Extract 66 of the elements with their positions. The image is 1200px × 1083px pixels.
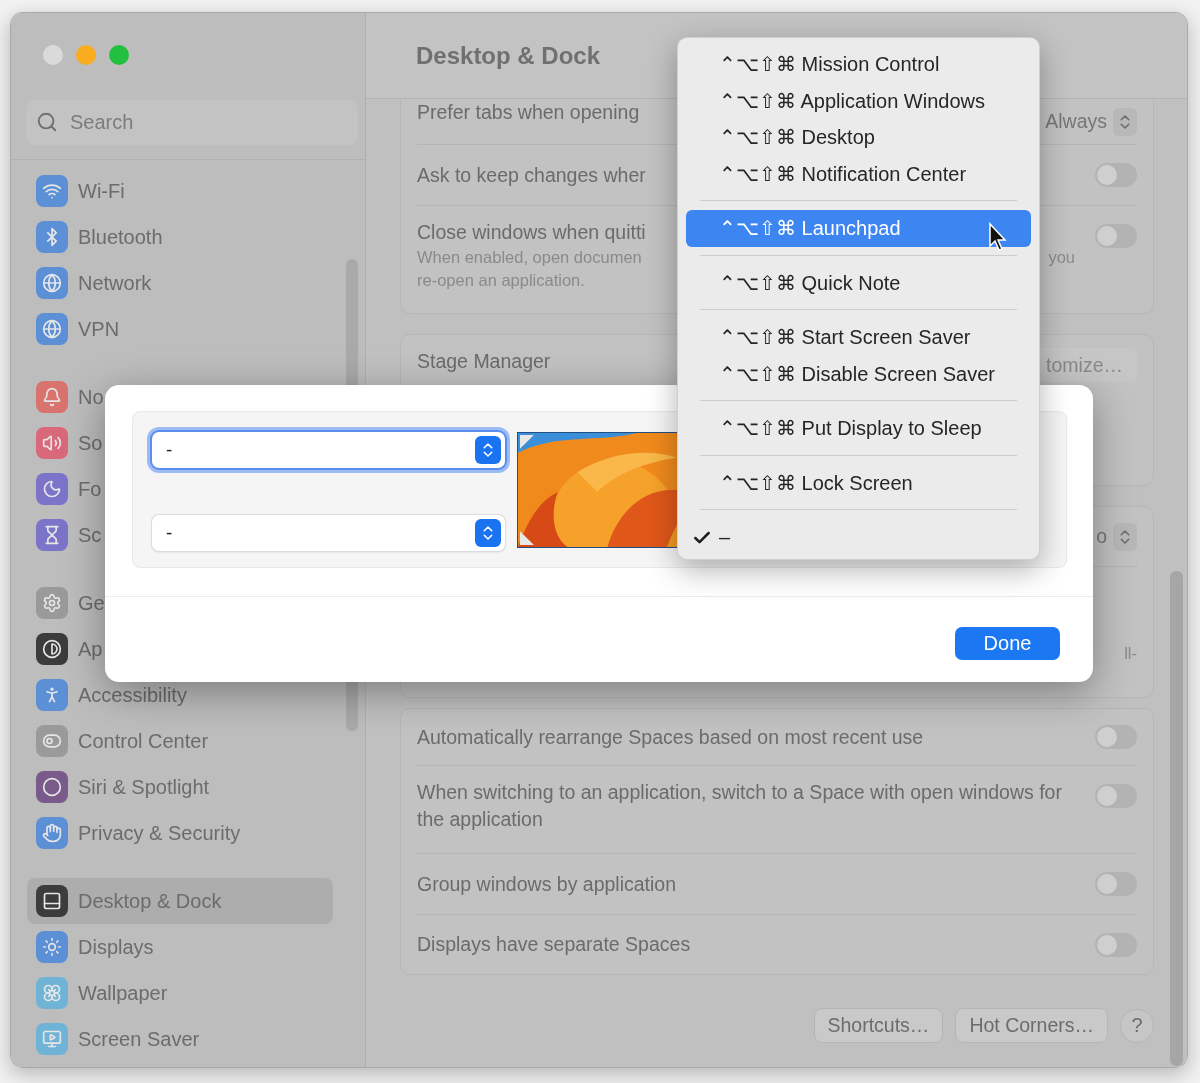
sidebar-item[interactable]: Desktop & Dock (27, 878, 333, 924)
sidebar-item[interactable]: No (27, 374, 110, 420)
setting-description: re-open an application. (417, 269, 585, 291)
setting-description: ll- (1124, 643, 1137, 663)
toggle-switch[interactable] (1095, 784, 1137, 808)
setting-label: Close windows when quitti (417, 220, 646, 245)
menu-item[interactable]: – (686, 519, 1031, 556)
sidebar-item[interactable]: Fo (27, 466, 108, 512)
sidebar-item[interactable]: Siri & Spotlight (27, 764, 216, 810)
setting-description: When enabled, open documen (417, 246, 642, 268)
search-field[interactable]: Search (26, 100, 358, 145)
setting-label: Stage Manager (417, 349, 551, 374)
sidebar-item[interactable]: Control Center (27, 718, 215, 764)
menu-item[interactable]: ⌃⌥⇧⌘ Desktop (686, 119, 1031, 156)
toggle-switch[interactable] (1095, 163, 1137, 187)
footer-button[interactable]: Hot Corners… (955, 1008, 1108, 1043)
footer-button[interactable]: Shortcuts… (813, 1008, 944, 1043)
setting-label: Ask to keep changes wher (417, 162, 646, 188)
sidebar-item[interactable]: Bluetooth (27, 214, 169, 260)
stepper-icon (475, 519, 501, 547)
window-control[interactable] (43, 45, 63, 65)
stepper-icon (1113, 522, 1137, 551)
scrollbar-thumb[interactable] (1170, 571, 1183, 1066)
setting-label: Automatically rearrange Spaces based on most recent use (417, 724, 924, 750)
window-control[interactable] (109, 45, 129, 65)
menu-item[interactable]: ⌃⌥⇧⌘ Application Windows (686, 82, 1031, 119)
sidebar-item[interactable]: Wallpaper (27, 970, 174, 1016)
menu-item[interactable]: ⌃⌥⇧⌘ Mission Control (686, 46, 1031, 83)
menu-item[interactable]: ⌃⌥⇧⌘ Start Screen Saver (686, 319, 1031, 356)
window-control[interactable] (76, 45, 96, 65)
toggle-switch[interactable] (1095, 872, 1137, 896)
popup-button[interactable]: o (1096, 522, 1137, 551)
menu-item[interactable]: ⌃⌥⇧⌘ Quick Note (686, 264, 1031, 301)
sidebar-item[interactable]: So (27, 420, 109, 466)
popup-button[interactable]: Always (1045, 107, 1137, 136)
setting-description: you (1048, 246, 1075, 268)
page-title: Desktop & Dock (416, 41, 601, 70)
sidebar-item[interactable]: Screen Saver (27, 1016, 206, 1062)
sidebar-item[interactable]: Privacy & Security (27, 810, 247, 856)
sidebar-item[interactable]: Displays (27, 924, 160, 970)
setting-label: Group windows by application (417, 871, 677, 897)
sidebar-item[interactable]: Ap (27, 626, 109, 672)
toggle-switch[interactable] (1095, 224, 1137, 248)
menu-item[interactable]: ⌃⌥⇧⌘ Disable Screen Saver (686, 355, 1031, 392)
toggle-switch[interactable] (1095, 725, 1137, 749)
menu-item[interactable]: ⌃⌥⇧⌘ Notification Center (686, 155, 1031, 192)
setting-label: Displays have separate Spaces (417, 932, 691, 958)
search-icon (36, 111, 58, 133)
sidebar-item[interactable]: Accessibility (27, 672, 193, 718)
sidebar-item[interactable]: Network (27, 260, 158, 306)
menu-item[interactable]: ⌃⌥⇧⌘ Launchpad (686, 210, 1031, 247)
sidebar-item[interactable]: VPN (27, 306, 126, 352)
toggle-switch[interactable] (1095, 932, 1137, 957)
setting-label: Prefer tabs when opening (417, 100, 640, 125)
setting-label: When switching to an application, switch to a Space with open windows for the application (417, 780, 1063, 832)
sidebar-item[interactable]: Wi-Fi (27, 168, 131, 214)
corner-popup[interactable]: - (152, 515, 505, 551)
stepper-icon (1113, 107, 1137, 136)
cursor-icon (988, 222, 1008, 252)
stepper-icon (475, 436, 501, 464)
sidebar-item[interactable]: Ge (27, 580, 111, 626)
sidebar-item[interactable]: Sc (27, 512, 108, 558)
menu-item[interactable]: ⌃⌥⇧⌘ Lock Screen (686, 464, 1031, 501)
done-button[interactable]: Done (955, 627, 1060, 660)
menu-item[interactable]: ⌃⌥⇧⌘ Put Display to Sleep (686, 410, 1031, 447)
help-button[interactable]: ? (1120, 1008, 1154, 1043)
